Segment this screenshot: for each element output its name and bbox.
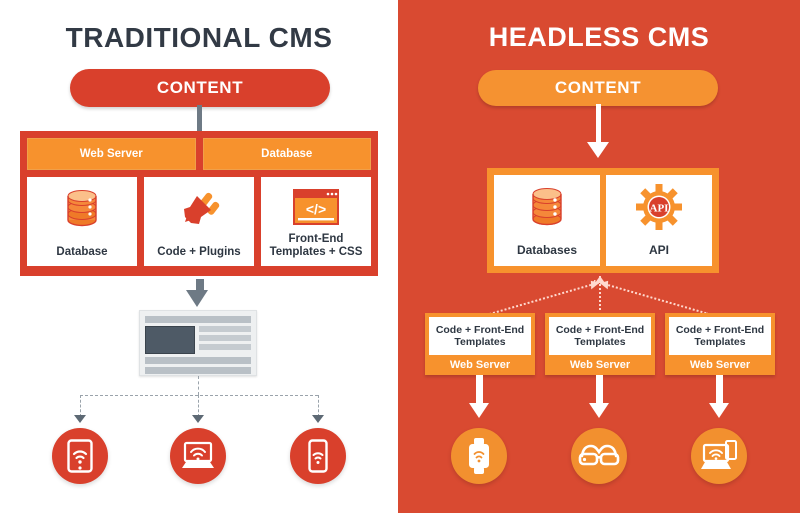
server-foot-label-2: Web Server (569, 359, 631, 371)
laptop-device-icon (170, 428, 226, 484)
card-api: API API (606, 175, 712, 266)
traditional-content-pill: CONTENT (70, 69, 330, 107)
infographic-canvas: TRADITIONAL CMS CONTENT Web Server Datab… (0, 0, 800, 513)
server-top-label-3: Code + Front-End Templates (669, 317, 771, 355)
tablet-device-icon (52, 428, 108, 484)
card-code-plugins: Code + Plugins (144, 177, 254, 266)
card-label-code-plugins: Code + Plugins (157, 246, 241, 258)
headless-core-stack: Databases API API (487, 168, 719, 273)
server-database-bars: Web Server Database (27, 138, 371, 170)
card-frontend-templates: </> Front-End Templates + CSS (261, 177, 371, 266)
server-foot-label-1: Web Server (449, 359, 511, 371)
smart-glasses-device-icon (571, 428, 627, 484)
traditional-cms-panel: TRADITIONAL CMS CONTENT Web Server Datab… (0, 0, 398, 513)
phone-device-icon (290, 428, 346, 484)
web-server-box-1: Code + Front-End Templates Web Server (425, 313, 535, 375)
server-arrow-1-icon (469, 403, 489, 418)
bar-database: Database (202, 138, 371, 170)
content-connector-line (197, 105, 202, 131)
server-top-label-2: Code + Front-End Templates (549, 317, 651, 355)
mock-text-lines (199, 326, 251, 354)
card-database: Database (27, 177, 137, 266)
tree-arrow-2-icon (192, 415, 204, 423)
database-cylinder-icon (527, 184, 567, 230)
api-gear-icon: API (636, 184, 682, 230)
server-arrow-3-icon (709, 403, 729, 418)
mock-footer-bar-1 (145, 357, 251, 364)
mock-content-row (145, 326, 251, 354)
headless-content-arrow-icon (587, 142, 609, 158)
tree-crossbar (80, 395, 318, 396)
component-cards: Database Code + Plugins </> Front-End Te… (27, 177, 371, 266)
output-arrow-icon (186, 290, 208, 307)
card-label-frontend-templates: Front-End Templates + CSS (269, 233, 363, 258)
smartwatch-device-icon (451, 428, 507, 484)
mock-footer-bar-2 (145, 367, 251, 374)
web-server-box-3: Code + Front-End Templates Web Server (665, 313, 775, 375)
code-window-icon: </> (292, 185, 340, 231)
traditional-cms-stack: Web Server Database Database Code + Plug… (20, 131, 378, 276)
svg-text:</>: </> (306, 201, 326, 217)
traditional-cms-title: TRADITIONAL CMS (65, 22, 333, 53)
tree-stem (198, 376, 199, 395)
api-gear-label: API (650, 203, 669, 215)
plug-icon (177, 185, 221, 231)
card-label-databases: Databases (516, 243, 578, 257)
mock-image-block (145, 326, 195, 354)
webpage-mockup (139, 310, 257, 376)
headless-cms-title: HEADLESS CMS (488, 22, 710, 52)
server-arrow-2-icon (589, 403, 609, 418)
tree-branch-3 (318, 395, 319, 417)
server-top-label-1: Code + Front-End Templates (429, 317, 531, 355)
tree-branch-1 (80, 395, 81, 417)
web-server-box-2: Code + Front-End Templates Web Server (545, 313, 655, 375)
tree-arrow-3-icon (312, 415, 324, 423)
card-label-database: Database (56, 246, 108, 258)
mock-header-bar (145, 316, 251, 323)
tree-arrow-1-icon (74, 415, 86, 423)
bar-web-server: Web Server (27, 138, 196, 170)
card-label-api: API (648, 243, 669, 257)
laptop-tablet-device-icon (691, 428, 747, 484)
tree-branch-2 (198, 395, 199, 417)
card-databases: Databases (494, 175, 600, 266)
headless-content-pill: CONTENT (478, 70, 718, 106)
server-foot-label-3: Web Server (689, 359, 751, 371)
database-cylinder-icon (62, 185, 102, 231)
